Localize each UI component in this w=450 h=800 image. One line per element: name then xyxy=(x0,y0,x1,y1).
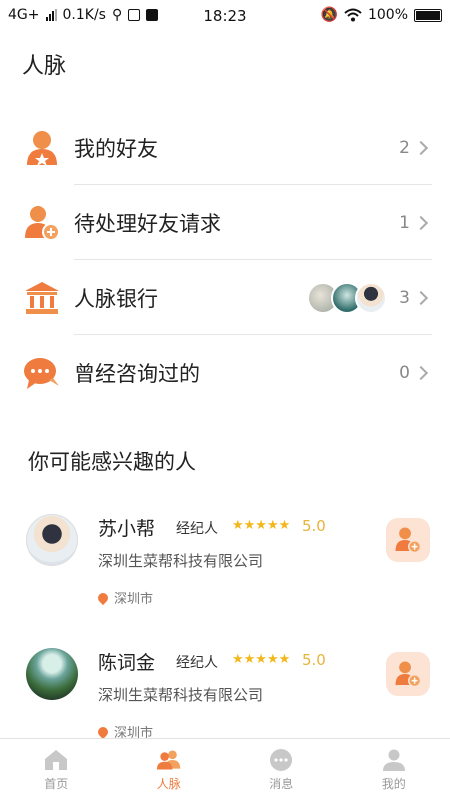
rating-value: 5.0 xyxy=(302,651,326,669)
menu-label: 人脉银行 xyxy=(74,286,158,311)
battery-percent: 100% xyxy=(367,7,408,23)
nav-contacts[interactable]: 人脉 xyxy=(113,739,226,800)
battery-icon xyxy=(414,8,442,22)
person-location: 深圳市 xyxy=(95,588,154,607)
friend-icon xyxy=(22,128,62,168)
suggested-person[interactable]: 苏小帮 经纪人 ★★★★★ 5.0 深圳生菜帮科技有限公司 深圳市 xyxy=(26,514,436,624)
add-friend-button[interactable] xyxy=(386,518,430,562)
avatar xyxy=(355,281,388,314)
star-rating: ★★★★★ xyxy=(232,652,291,667)
avatar xyxy=(26,514,78,566)
menu-item-pending-requests[interactable]: 待处理好友请求 1 xyxy=(22,185,432,260)
nav-label: 首页 xyxy=(44,776,69,791)
menu-count: 1 xyxy=(399,212,410,233)
menu-count: 2 xyxy=(399,137,410,158)
rating-value: 5.0 xyxy=(302,517,326,535)
person-role: 经纪人 xyxy=(176,655,218,671)
bank-icon xyxy=(22,278,62,318)
location-pin-icon xyxy=(95,724,111,739)
person-name: 陈词金 xyxy=(98,652,156,674)
menu-label: 我的好友 xyxy=(74,136,158,161)
add-friend-icon xyxy=(22,203,62,243)
chevron-right-icon xyxy=(413,365,429,380)
menu-label: 待处理好友请求 xyxy=(74,211,221,236)
location-pin-icon xyxy=(95,590,111,605)
page-title: 人脉 xyxy=(22,54,67,79)
menu-count: 0 xyxy=(399,362,410,383)
chevron-right-icon xyxy=(413,140,429,155)
avatar xyxy=(26,648,78,700)
profile-icon xyxy=(381,748,407,772)
nav-messages[interactable]: 消息 xyxy=(225,739,338,800)
add-friend-icon xyxy=(395,527,422,554)
menu-item-contact-bank[interactable]: 人脉银行 3 xyxy=(22,260,432,335)
contacts-menu: 我的好友 2 待处理好友请求 1 人脉银行 3 曾经咨询过的 0 xyxy=(22,110,432,410)
star-rating: ★★★★★ xyxy=(232,518,291,533)
status-bar: 4G+ 0.1K/s ⚲ 18:23 🔕 100% xyxy=(0,0,450,32)
nav-home[interactable]: 首页 xyxy=(0,739,113,800)
nav-label: 消息 xyxy=(269,776,294,791)
message-icon xyxy=(268,748,294,772)
city-label: 深圳市 xyxy=(114,592,154,607)
chevron-right-icon xyxy=(413,290,429,305)
nav-profile[interactable]: 我的 xyxy=(338,739,450,800)
chat-icon xyxy=(22,353,62,393)
status-right: 🔕 100% xyxy=(321,7,442,23)
suggestions-title: 你可能感兴趣的人 xyxy=(28,450,196,474)
person-role: 经纪人 xyxy=(176,521,218,537)
person-company: 深圳生菜帮科技有限公司 xyxy=(98,686,264,704)
person-company: 深圳生菜帮科技有限公司 xyxy=(98,552,264,570)
bank-avatars xyxy=(307,281,388,314)
person-name: 苏小帮 xyxy=(98,518,156,540)
add-friend-icon xyxy=(395,661,422,688)
nav-label: 我的 xyxy=(381,776,406,791)
bottom-nav: 首页 人脉 消息 我的 xyxy=(0,738,450,800)
wifi-icon xyxy=(344,8,362,22)
nav-label: 人脉 xyxy=(156,776,181,791)
menu-label: 曾经咨询过的 xyxy=(74,361,200,386)
menu-count: 3 xyxy=(399,287,410,308)
contacts-icon xyxy=(156,748,182,772)
add-friend-button[interactable] xyxy=(386,652,430,696)
menu-item-my-friends[interactable]: 我的好友 2 xyxy=(22,110,432,185)
menu-item-consulted[interactable]: 曾经咨询过的 0 xyxy=(22,335,432,410)
home-icon xyxy=(43,748,69,772)
chevron-right-icon xyxy=(413,215,429,230)
mute-bell-icon: 🔕 xyxy=(320,7,338,23)
